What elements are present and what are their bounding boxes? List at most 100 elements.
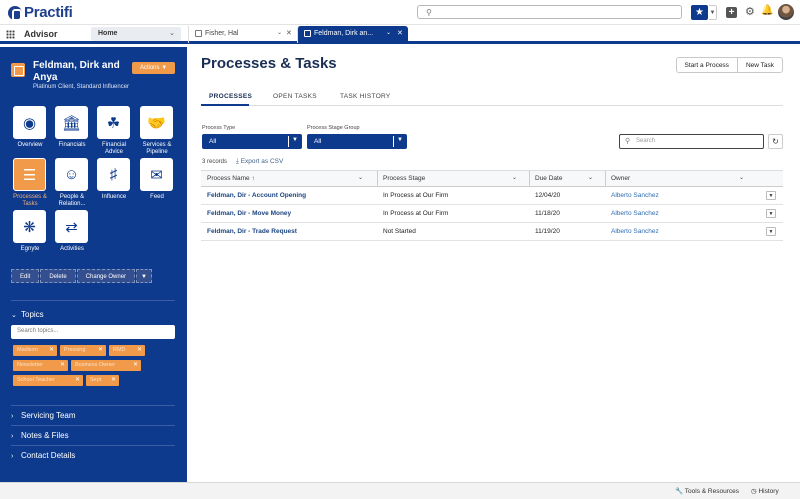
chevron-down-icon[interactable]: ⌄	[512, 174, 517, 181]
chevron-down-icon[interactable]: ⌄	[277, 29, 282, 36]
tile-people-relationships[interactable]: ☺ People & Relation...	[55, 158, 89, 208]
topic-search-input[interactable]: Search topics...	[11, 325, 175, 339]
owner-link[interactable]: Alberto Sanchez	[611, 192, 659, 199]
refresh-button[interactable]: ↻	[768, 134, 783, 149]
close-icon[interactable]: ✕	[137, 345, 142, 356]
account-icon	[195, 30, 202, 37]
table-search-input[interactable]: ⚲ Search	[619, 134, 764, 149]
tab-open-tasks[interactable]: OPEN TASKS	[273, 93, 317, 100]
chevron-right-icon: ›	[11, 433, 14, 440]
tile-influence[interactable]: ♯ Influence	[97, 158, 131, 201]
home-nav-select[interactable]: Home ⌄	[91, 27, 181, 41]
close-icon[interactable]: ✕	[397, 29, 403, 37]
topic-chip[interactable]: School Teacher ✕	[13, 375, 83, 386]
close-icon[interactable]: ✕	[286, 29, 292, 37]
process-stage: In Process at Our Firm	[383, 192, 449, 199]
owner-link[interactable]: Alberto Sanchez	[611, 228, 659, 235]
tab-task-history[interactable]: TASK HISTORY	[340, 93, 391, 100]
account-record-icon	[11, 63, 25, 77]
close-icon[interactable]: ✕	[111, 375, 116, 386]
topic-chip[interactable]: Madison ✕	[13, 345, 57, 356]
tile-processes-tasks[interactable]: ☰ Processes & Tasks	[13, 158, 47, 208]
column-owner[interactable]: Owner	[611, 175, 630, 182]
close-icon[interactable]: ✕	[133, 360, 138, 371]
app-launcher-icon[interactable]	[6, 30, 15, 39]
export-csv-link[interactable]: ⤓ Export as CSV	[236, 158, 283, 166]
notes-files-toggle[interactable]: › Notes & Files	[11, 431, 69, 440]
chevron-down-icon[interactable]: ⌄	[739, 174, 744, 181]
tools-resources-button[interactable]: 🔧 Tools & Resources	[675, 487, 739, 495]
tile-label: Influence	[101, 194, 127, 200]
process-type-label: Process Type	[202, 125, 236, 131]
topic-chip[interactable]: Pressing ✕	[60, 345, 106, 356]
chevron-down-icon[interactable]: ⌄	[588, 174, 593, 181]
search-placeholder: Search	[636, 138, 656, 144]
close-icon[interactable]: ✕	[75, 375, 80, 386]
more-actions-button[interactable]: ▼	[136, 269, 152, 283]
record-count: 3 records	[202, 159, 228, 165]
favorites-dropdown-button[interactable]: ▼	[709, 5, 717, 20]
column-process-stage[interactable]: Process Stage	[383, 175, 425, 182]
topic-chip[interactable]: Business Owner ✕	[71, 360, 141, 371]
process-type-value: All	[209, 138, 217, 145]
people-icon: ☺	[55, 158, 88, 191]
row-actions-button[interactable]: ▼	[766, 191, 776, 200]
tab-feldman-dirk[interactable]: Feldman, Dirk an... ⌄ ✕	[297, 26, 408, 43]
tab-processes[interactable]: PROCESSES	[209, 93, 252, 100]
topics-section-toggle[interactable]: ⌄ Topics	[11, 310, 44, 319]
tile-services-pipeline[interactable]: 🤝 Services & Pipeline	[140, 106, 174, 156]
user-avatar[interactable]	[778, 4, 794, 20]
table-row: Feldman, Dir - Account Opening In Proces…	[201, 187, 783, 205]
tile-financial-advice[interactable]: ☘ Financial Advice	[97, 106, 131, 156]
tab-fisher-hal[interactable]: Fisher, Hal ⌄ ✕	[188, 26, 296, 43]
app-nav-bar: Advisor Home ⌄ Fisher, Hal ⌄ ✕ Feldman, …	[0, 25, 800, 44]
servicing-team-toggle[interactable]: › Servicing Team	[11, 411, 76, 420]
tile-feed[interactable]: ✉ Feed	[140, 158, 174, 201]
edit-button[interactable]: Edit	[11, 269, 40, 283]
select-separator	[288, 136, 289, 147]
process-stage: In Process at Our Firm	[383, 210, 449, 217]
process-name-link[interactable]: Feldman, Dir - Move Money	[207, 210, 291, 217]
history-button[interactable]: ◷ History	[751, 487, 779, 495]
tile-label: Overview	[17, 142, 43, 148]
favorites-star-button[interactable]: ★	[691, 5, 708, 20]
topic-chip[interactable]: Sept ✕	[86, 375, 119, 386]
tile-activities[interactable]: ⇄ Activities	[55, 210, 89, 253]
tile-financials[interactable]: 🏛 Financials	[55, 106, 89, 149]
tile-egnyte[interactable]: ❋ Egnyte	[13, 210, 47, 253]
column-due-date[interactable]: Due Date	[535, 175, 562, 182]
process-name-link[interactable]: Feldman, Dir - Account Opening	[207, 192, 306, 199]
global-header: Practifi ⚲ ★ ▼ + ⚙ 🔔	[0, 0, 800, 25]
process-stage-group-select[interactable]: All ▼	[307, 134, 407, 149]
close-icon[interactable]: ✕	[98, 345, 103, 356]
global-search-input[interactable]: ⚲	[417, 5, 682, 19]
process-type-select[interactable]: All ▼	[202, 134, 302, 149]
new-task-button[interactable]: New Task	[736, 57, 783, 73]
chevron-down-icon: ⌄	[169, 30, 175, 37]
contact-details-toggle[interactable]: › Contact Details	[11, 451, 75, 460]
row-actions-button[interactable]: ▼	[766, 209, 776, 218]
global-add-icon[interactable]: +	[726, 7, 737, 18]
column-process-name[interactable]: Process Name ↑	[207, 175, 255, 182]
close-icon[interactable]: ✕	[49, 345, 54, 356]
owner-link[interactable]: Alberto Sanchez	[611, 210, 659, 217]
bell-icon[interactable]: 🔔	[761, 5, 773, 16]
change-owner-button[interactable]: Change Owner	[76, 269, 136, 283]
practifi-logo[interactable]: Practifi	[8, 4, 73, 21]
history-label: History	[758, 488, 779, 495]
divider	[11, 445, 175, 446]
process-name-link[interactable]: Feldman, Dir - Trade Request	[207, 228, 297, 235]
row-actions-button[interactable]: ▼	[766, 227, 776, 236]
start-process-button[interactable]: Start a Process	[675, 57, 737, 73]
topic-chip[interactable]: Newsletter ✕	[13, 360, 68, 371]
actions-button[interactable]: Actions ▼	[132, 62, 175, 74]
chevron-down-icon: ▼	[397, 137, 403, 143]
close-icon[interactable]: ✕	[60, 360, 65, 371]
chevron-down-icon[interactable]: ⌄	[386, 29, 391, 36]
gear-icon[interactable]: ⚙	[745, 5, 755, 18]
chevron-down-icon: ▼	[292, 137, 298, 143]
topic-chip[interactable]: RMD ✕	[109, 345, 145, 356]
delete-button[interactable]: Delete	[40, 269, 76, 283]
chevron-down-icon[interactable]: ⌄	[358, 174, 363, 181]
tile-overview[interactable]: ◉ Overview	[13, 106, 47, 149]
